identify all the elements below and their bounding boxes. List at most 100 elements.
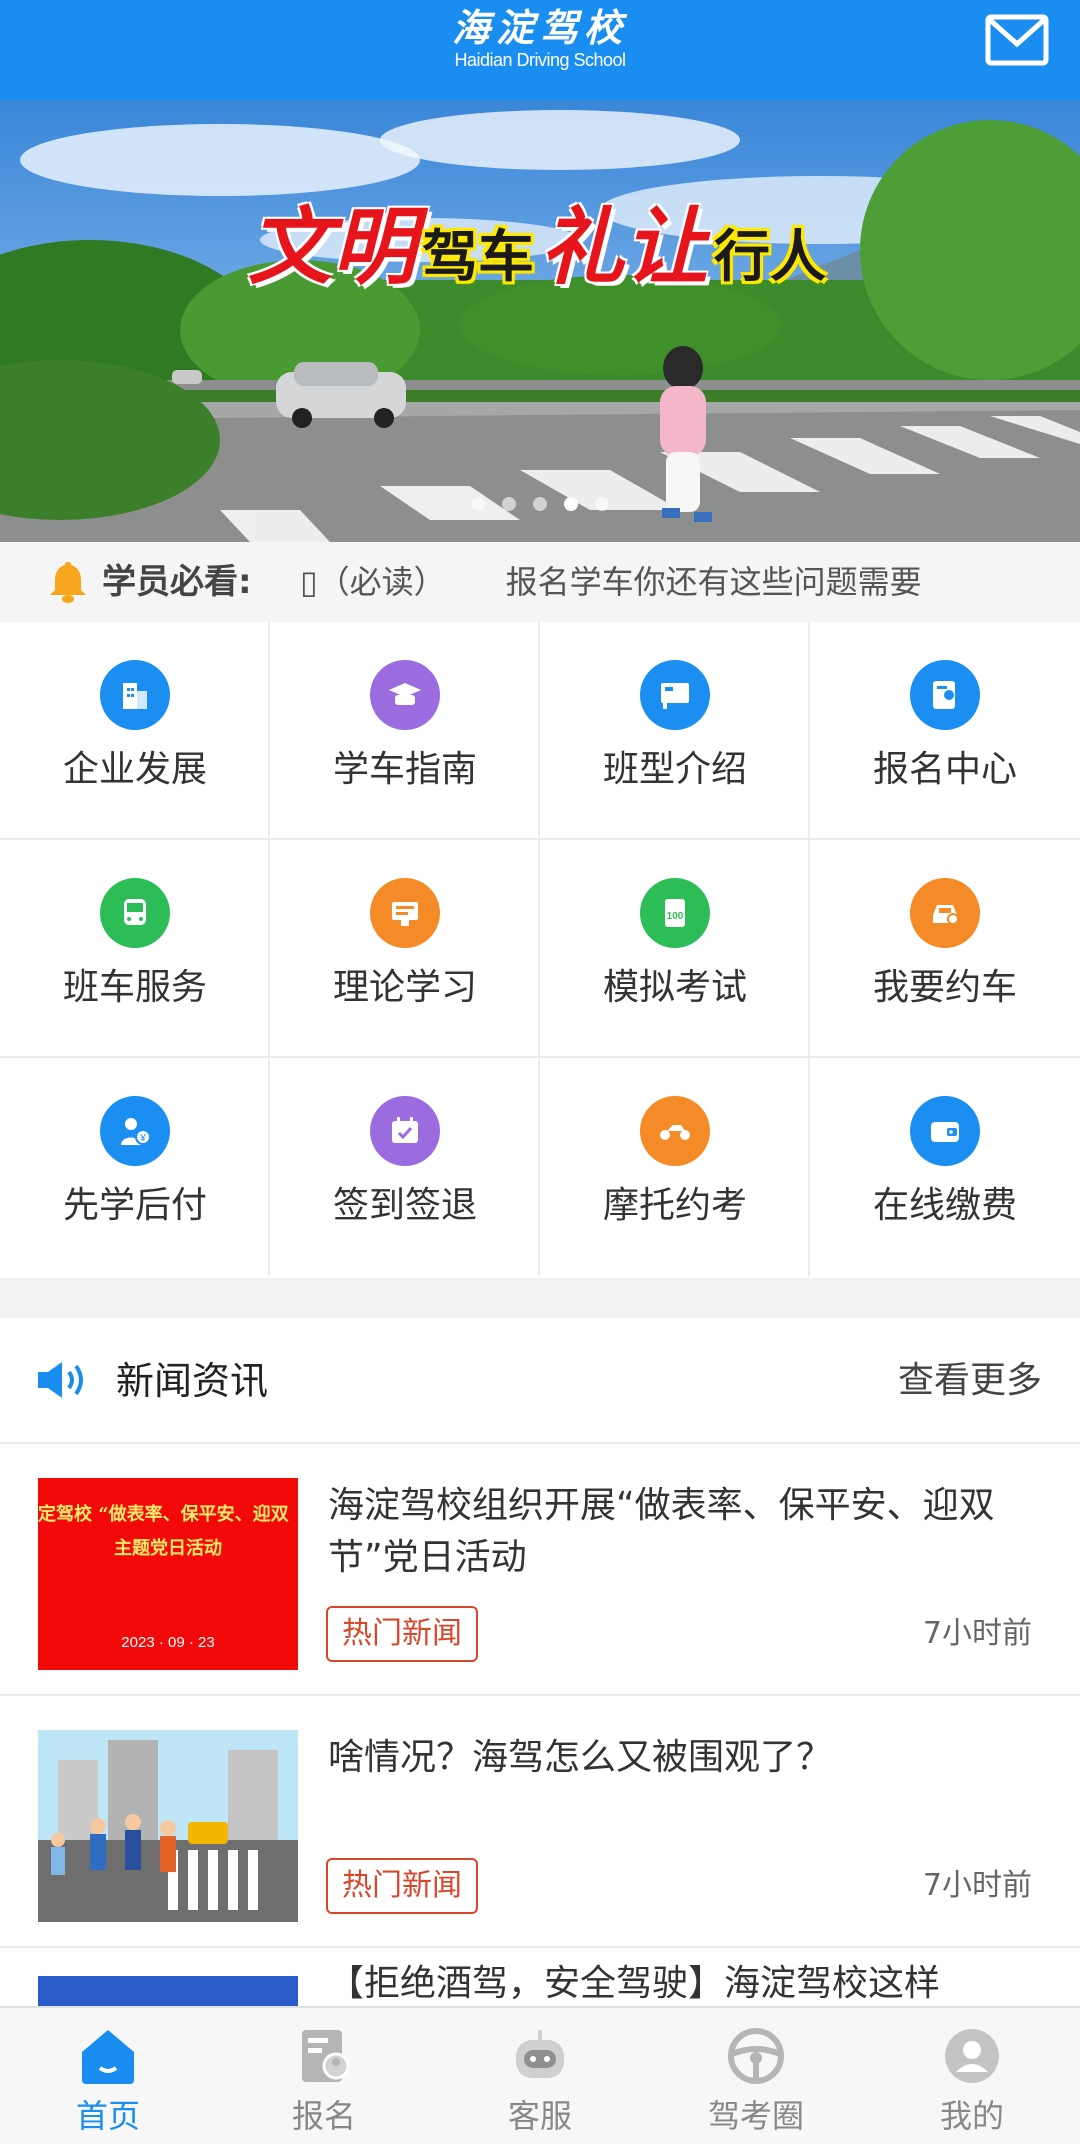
grid-item-label: 签到签退 xyxy=(332,1185,477,1226)
news-item-title[interactable]: 【拒绝酒驾，安全驾驶】海淀驾校这样 xyxy=(328,1958,940,2010)
grid-item-label: 企业发展 xyxy=(62,749,207,790)
slogan-part-3: 礼让 xyxy=(540,197,709,296)
grid-item-book-car[interactable]: 我要约车 xyxy=(810,840,1080,1058)
thumb-date: 2023 · 09 · 23 xyxy=(121,1634,215,1651)
news-item-title[interactable]: 海淀驾校组织开展“做表率、保平安、迎双节”党日活动 xyxy=(328,1480,1048,1584)
tab-signup[interactable]: 报名 xyxy=(216,2008,432,2144)
feature-grid: 企业发展 学车指南 班型介绍 报名中心 班车服务 理论学习 100 模拟考试 我… xyxy=(0,622,1080,1278)
tab-home[interactable]: 首页 xyxy=(0,2008,216,2144)
grid-item-label: 先学后付 xyxy=(62,1185,207,1226)
grid-item-moto-exam[interactable]: 摩托约考 xyxy=(540,1058,810,1276)
book-icon xyxy=(370,878,440,948)
notice-text-b: 报名学车你还有这些问题需要 xyxy=(505,563,922,601)
thumb-caption-1: 定驾校 “做表率、保平安、迎双 xyxy=(38,1504,289,1525)
speaker-icon xyxy=(38,1362,83,1398)
exam-icon: 100 xyxy=(640,878,710,948)
notice-placeholder-glyph: ▯ xyxy=(300,563,318,601)
banner-slogan: 文明 驾车礼让 行人 xyxy=(0,180,1080,301)
banner-image xyxy=(0,100,1080,542)
grid-item-label: 我要约车 xyxy=(872,967,1017,1008)
news-thumbnail: 定驾校 “做表率、保平安、迎双 主题党日活动 2023 · 09 · 23 xyxy=(38,1478,298,1670)
bus-icon xyxy=(100,878,170,948)
news-item-time: 7小时前 xyxy=(922,1616,1032,1651)
tab-label: 驾考圈 xyxy=(707,2097,804,2135)
signup-form-icon xyxy=(302,2030,350,2082)
mail-icon[interactable] xyxy=(985,14,1049,66)
grid-item-online-pay[interactable]: 在线缴费 xyxy=(810,1058,1080,1276)
bottom-tab-bar: 首页 报名 客服 驾考圈 我的 xyxy=(0,2006,1080,2144)
calendar-icon xyxy=(370,1096,440,1166)
tab-label: 报名 xyxy=(291,2097,356,2135)
chalkboard-icon xyxy=(640,660,710,730)
news-thumbnail xyxy=(38,1730,298,1922)
pay-later-icon: ¥ xyxy=(100,1096,170,1166)
hot-news-tag: 热门新闻 xyxy=(326,1858,478,1914)
bell-icon xyxy=(50,562,86,603)
graduation-icon xyxy=(370,660,440,730)
slogan-part-2: 驾车 xyxy=(422,224,534,290)
grid-item-label: 在线缴费 xyxy=(872,1185,1017,1226)
grid-item-label: 班车服务 xyxy=(62,967,207,1008)
grid-item-mock-exam[interactable]: 100 模拟考试 xyxy=(540,840,810,1058)
logo-chinese: 海淀驾校 xyxy=(451,5,628,50)
robot-service-icon xyxy=(516,2030,564,2078)
news-item[interactable]: 定驾校 “做表率、保平安、迎双 主题党日活动 2023 · 09 · 23 海淀… xyxy=(0,1446,1080,1696)
svg-text:¥: ¥ xyxy=(139,1133,146,1144)
news-header: 新闻资讯 查看更多 xyxy=(0,1318,1080,1444)
carousel-dot[interactable] xyxy=(470,497,485,511)
thumb-caption-2: 主题党日活动 xyxy=(114,1538,222,1559)
slogan-part-1: 文明 xyxy=(247,197,416,296)
grid-item-shuttle[interactable]: 班车服务 xyxy=(0,840,270,1058)
app-logo: 海淀驾校 Haidian Driving School xyxy=(0,5,1080,71)
grid-item-class-types[interactable]: 班型介绍 xyxy=(540,622,810,840)
grid-item-label: 模拟考试 xyxy=(602,967,747,1008)
grid-item-label: 报名中心 xyxy=(872,749,1017,790)
news-thumbnail xyxy=(38,1976,298,2010)
user-profile-icon xyxy=(945,2029,999,2083)
notice-text-a: （必读） xyxy=(317,563,446,601)
hot-news-tag: 热门新闻 xyxy=(326,1606,478,1662)
motorcycle-icon xyxy=(640,1096,710,1166)
grid-item-signup-center[interactable]: 报名中心 xyxy=(810,622,1080,840)
grid-item-pay-later[interactable]: ¥ 先学后付 xyxy=(0,1058,270,1276)
carousel-dot[interactable] xyxy=(533,497,547,511)
notice-label: 学员必看: xyxy=(102,562,252,602)
car-icon xyxy=(910,878,980,948)
steering-wheel-icon xyxy=(728,2028,784,2084)
notice-bar[interactable]: 学员必看: ▯（必读） 报名学车你还有这些问题需要 xyxy=(0,542,1080,622)
tab-customer-service[interactable]: 客服 xyxy=(432,2008,648,2144)
news-item[interactable]: 啥情况？海驾怎么又被围观了？ 热门新闻 7小时前 xyxy=(0,1698,1080,1948)
tab-driving-circle[interactable]: 驾考圈 xyxy=(648,2008,864,2144)
carousel-dot[interactable] xyxy=(501,497,516,511)
notice-marquee-text[interactable]: ▯（必读） 报名学车你还有这些问题需要 xyxy=(300,560,990,604)
grid-item-label: 理论学习 xyxy=(332,967,477,1008)
promo-banner[interactable]: 文明 驾车礼让 行人 xyxy=(0,100,1080,542)
slogan-part-4: 行人 xyxy=(714,224,827,290)
grid-item-company[interactable]: 企业发展 xyxy=(0,622,270,840)
wallet-icon xyxy=(910,1096,980,1166)
view-more-link[interactable]: 查看更多 xyxy=(898,1356,1042,1406)
tab-label: 首页 xyxy=(75,2097,140,2135)
grid-item-guide[interactable]: 学车指南 xyxy=(270,622,540,840)
app-header: 海淀驾校 Haidian Driving School xyxy=(0,0,1080,100)
building-icon xyxy=(100,660,170,730)
carousel-indicator[interactable] xyxy=(0,496,1080,515)
news-item-title[interactable]: 啥情况？海驾怎么又被围观了？ xyxy=(328,1732,1048,1784)
logo-english: Haidian Driving School xyxy=(454,50,626,70)
home-icon xyxy=(82,2030,134,2084)
news-section-title: 新闻资讯 xyxy=(116,1359,269,1403)
carousel-dot-active[interactable] xyxy=(564,497,579,511)
tab-profile[interactable]: 我的 xyxy=(864,2008,1080,2144)
carousel-dot[interactable] xyxy=(595,497,610,511)
grid-item-label: 学车指南 xyxy=(332,749,477,790)
news-item[interactable]: 【拒绝酒驾，安全驾驶】海淀驾校这样 xyxy=(0,1950,1080,2010)
tab-label: 我的 xyxy=(939,2097,1004,2135)
grid-item-label: 班型介绍 xyxy=(602,749,747,790)
signup-icon xyxy=(910,660,980,730)
tab-label: 客服 xyxy=(507,2097,572,2135)
grid-item-checkin[interactable]: 签到签退 xyxy=(270,1058,540,1276)
news-item-time: 7小时前 xyxy=(922,1868,1032,1903)
svg-text:100: 100 xyxy=(667,911,684,922)
news-section: 新闻资讯 查看更多 定驾校 “做表率、保平安、迎双 主题党日活动 2023 · … xyxy=(0,1318,1080,2010)
grid-item-theory[interactable]: 理论学习 xyxy=(270,840,540,1058)
